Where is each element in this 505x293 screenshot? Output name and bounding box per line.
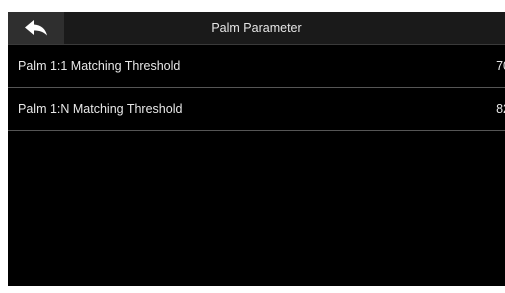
- list-item-label: Palm 1:1 Matching Threshold: [18, 59, 181, 73]
- page-title: Palm Parameter: [211, 21, 302, 35]
- list-item-value: 82: [496, 102, 505, 116]
- device-screen: Palm Parameter Palm 1:1 Matching Thresho…: [8, 12, 505, 286]
- list-item-label: Palm 1:N Matching Threshold: [18, 102, 183, 116]
- list-item-palm-1-1-threshold[interactable]: Palm 1:1 Matching Threshold 70: [8, 45, 505, 88]
- back-button[interactable]: [8, 12, 64, 44]
- parameter-list: Palm 1:1 Matching Threshold 70 Palm 1:N …: [8, 45, 505, 131]
- title-bar: Palm Parameter: [8, 12, 505, 45]
- list-item-value: 70: [496, 59, 505, 73]
- back-arrow-icon: [24, 19, 48, 37]
- list-item-palm-1-n-threshold[interactable]: Palm 1:N Matching Threshold 82: [8, 88, 505, 131]
